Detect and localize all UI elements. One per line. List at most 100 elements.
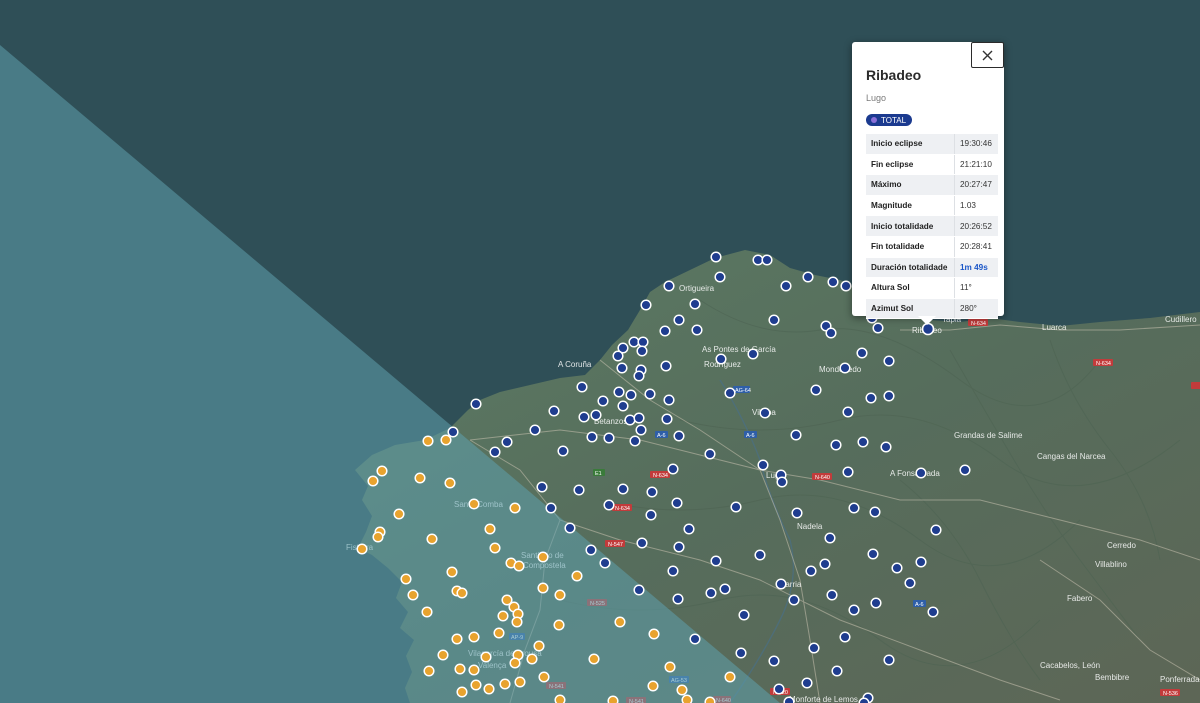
partial-eclipse-marker[interactable] [484,523,496,535]
partial-eclipse-marker[interactable] [356,543,368,555]
total-eclipse-marker[interactable] [673,314,685,326]
total-eclipse-marker[interactable] [869,506,881,518]
total-eclipse-marker[interactable] [564,522,576,534]
total-eclipse-marker[interactable] [625,389,637,401]
total-eclipse-marker[interactable] [661,413,673,425]
partial-eclipse-marker[interactable] [554,589,566,601]
partial-eclipse-marker[interactable] [446,566,458,578]
total-eclipse-marker[interactable] [870,597,882,609]
total-eclipse-marker[interactable] [637,336,649,348]
total-eclipse-marker[interactable] [603,499,615,511]
partial-eclipse-marker[interactable] [588,653,600,665]
total-eclipse-marker[interactable] [915,556,927,568]
total-eclipse-marker[interactable] [489,446,501,458]
total-eclipse-marker[interactable] [645,509,657,521]
total-eclipse-marker[interactable] [633,370,645,382]
total-eclipse-marker[interactable] [810,384,822,396]
total-eclipse-marker[interactable] [624,414,636,426]
partial-eclipse-marker[interactable] [468,498,480,510]
total-eclipse-marker[interactable] [819,558,831,570]
total-eclipse-marker[interactable] [557,445,569,457]
partial-eclipse-marker[interactable] [497,610,509,622]
total-eclipse-marker[interactable] [867,548,879,560]
total-eclipse-marker[interactable] [754,549,766,561]
partial-eclipse-marker[interactable] [526,653,538,665]
total-eclipse-marker[interactable] [633,584,645,596]
partial-eclipse-marker[interactable] [509,502,521,514]
partial-eclipse-marker[interactable] [553,619,565,631]
partial-eclipse-marker[interactable] [647,680,659,692]
total-eclipse-marker[interactable] [825,327,837,339]
total-eclipse-marker[interactable] [636,345,648,357]
partial-eclipse-marker[interactable] [426,533,438,545]
total-eclipse-marker[interactable] [660,360,672,372]
total-eclipse-marker[interactable] [617,483,629,495]
partial-eclipse-marker[interactable] [372,531,384,543]
total-eclipse-marker[interactable] [646,486,658,498]
total-eclipse-marker[interactable] [856,347,868,359]
partial-eclipse-marker[interactable] [483,683,495,695]
partial-eclipse-marker[interactable] [607,695,619,703]
total-eclipse-marker[interactable] [883,355,895,367]
partial-eclipse-marker[interactable] [509,657,521,669]
total-eclipse-marker[interactable] [848,604,860,616]
total-eclipse-marker[interactable] [883,654,895,666]
total-eclipse-marker[interactable] [673,541,685,553]
total-eclipse-marker[interactable] [752,254,764,266]
total-eclipse-marker[interactable] [776,476,788,488]
total-eclipse-marker[interactable] [586,431,598,443]
total-eclipse-marker[interactable] [640,299,652,311]
total-eclipse-marker[interactable] [724,387,736,399]
total-eclipse-marker[interactable] [880,441,892,453]
total-eclipse-marker[interactable] [831,665,843,677]
partial-eclipse-marker[interactable] [681,694,693,703]
total-eclipse-marker[interactable] [872,322,884,334]
partial-eclipse-marker[interactable] [489,542,501,554]
partial-eclipse-marker[interactable] [367,475,379,487]
total-eclipse-marker[interactable] [826,589,838,601]
partial-eclipse-marker[interactable] [393,508,405,520]
total-eclipse-marker[interactable] [612,350,624,362]
partial-eclipse-marker[interactable] [533,640,545,652]
total-eclipse-marker[interactable] [801,677,813,689]
total-eclipse-marker[interactable] [842,406,854,418]
total-eclipse-marker[interactable] [790,429,802,441]
total-eclipse-marker[interactable] [576,381,588,393]
total-eclipse-marker[interactable] [747,348,759,360]
total-eclipse-marker[interactable] [930,524,942,536]
total-eclipse-marker[interactable] [780,280,792,292]
total-eclipse-marker[interactable] [590,409,602,421]
partial-eclipse-marker[interactable] [456,686,468,698]
total-eclipse-marker[interactable] [597,395,609,407]
total-eclipse-marker[interactable] [714,271,726,283]
total-eclipse-marker[interactable] [775,578,787,590]
partial-eclipse-marker[interactable] [538,671,550,683]
total-eclipse-marker[interactable] [791,507,803,519]
total-eclipse-marker[interactable] [840,280,852,292]
total-eclipse-marker[interactable] [659,325,671,337]
partial-eclipse-marker[interactable] [571,570,583,582]
partial-eclipse-marker[interactable] [456,587,468,599]
total-eclipse-marker[interactable] [663,280,675,292]
total-eclipse-marker[interactable] [501,436,513,448]
partial-eclipse-marker[interactable] [451,633,463,645]
total-eclipse-marker[interactable] [629,435,641,447]
total-eclipse-marker[interactable] [805,565,817,577]
total-eclipse-marker[interactable] [636,537,648,549]
total-eclipse-marker[interactable] [667,463,679,475]
partial-eclipse-marker[interactable] [422,435,434,447]
partial-eclipse-marker[interactable] [376,465,388,477]
partial-eclipse-marker[interactable] [423,665,435,677]
total-eclipse-marker[interactable] [691,324,703,336]
total-eclipse-marker[interactable] [842,466,854,478]
partial-eclipse-marker[interactable] [511,616,523,628]
total-eclipse-marker[interactable] [616,362,628,374]
total-eclipse-marker[interactable] [730,501,742,513]
partial-eclipse-marker[interactable] [470,679,482,691]
total-eclipse-marker[interactable] [613,386,625,398]
total-eclipse-marker[interactable] [773,683,785,695]
total-eclipse-marker[interactable] [827,276,839,288]
total-eclipse-marker[interactable] [735,647,747,659]
total-eclipse-marker[interactable] [715,353,727,365]
total-eclipse-marker[interactable] [865,392,877,404]
